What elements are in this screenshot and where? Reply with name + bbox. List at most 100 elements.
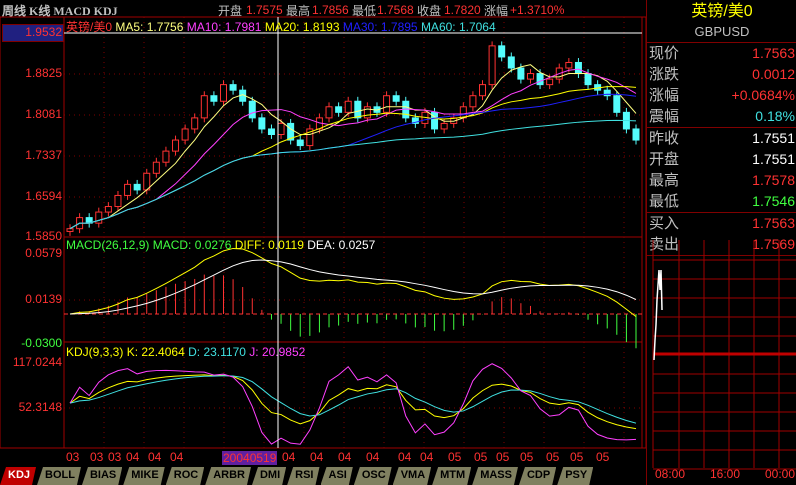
x-tick: 04 <box>366 450 380 464</box>
x-tick: 04 <box>126 450 140 464</box>
x-tick: 04 <box>282 450 296 464</box>
candle <box>574 61 582 75</box>
x-tick: 05 <box>596 450 610 464</box>
ma5-line <box>69 64 637 230</box>
candle <box>104 206 112 213</box>
quote-label: 涨跌 <box>649 66 680 83</box>
candle <box>498 45 506 58</box>
ma60-label: MA60: 1.7064 <box>420 20 496 34</box>
tab-bias[interactable]: BIAS <box>82 467 122 485</box>
x-tick: 05 <box>496 450 510 464</box>
x-tick: 04 <box>338 450 352 464</box>
tab-cdp[interactable]: CDP <box>519 467 556 485</box>
y-tick: 1.7337 <box>25 148 62 162</box>
x-tick: 04 <box>398 450 412 464</box>
candle <box>517 67 525 80</box>
quote-row: 涨跌 0.0012 <box>647 64 796 85</box>
quote-value: 1.7563 <box>752 215 795 231</box>
quote-value: 0.0012 <box>752 66 795 82</box>
quote-panel: 英镑/美0 GBPUSD 现价 1.7563 涨跌 0.0012 涨幅 +0.0684% 震… <box>646 0 796 485</box>
quote-row: 最高 1.7578 <box>647 170 796 191</box>
k-line <box>69 374 637 430</box>
candle <box>584 73 592 86</box>
kdj-legend: KDJ(9,3,3) K: 22.4064 D: 23.1170 J: 20.9… <box>66 345 305 359</box>
quote-label: 震幅 <box>649 108 680 125</box>
x-tick: 04 <box>170 450 184 464</box>
tab-mike[interactable]: MIKE <box>123 467 165 485</box>
y-tick: 0.0139 <box>25 292 62 306</box>
intraday-chart[interactable] <box>647 240 796 485</box>
y-tick: -0.0300 <box>21 336 62 350</box>
x-tick: 04 <box>420 450 434 464</box>
tab-roc[interactable]: ROC <box>166 467 204 485</box>
quote-value: 1.7551 <box>752 151 795 167</box>
candle <box>440 122 448 130</box>
candle <box>344 100 352 113</box>
y-tick: 1.5850 <box>25 229 62 243</box>
tab-boll[interactable]: BOLL <box>37 467 81 485</box>
x-tick: 05 <box>520 450 534 464</box>
diff-line <box>69 247 637 318</box>
x-tick: 03 <box>66 450 80 464</box>
quote-row: 现价 1.7563 <box>647 42 796 64</box>
candle <box>229 84 237 91</box>
tab-arbr[interactable]: ARBR <box>205 467 251 485</box>
candle <box>152 161 160 174</box>
candle <box>181 128 189 141</box>
ma20-line <box>69 86 637 230</box>
candle <box>613 95 621 113</box>
quote-label: 昨收 <box>649 130 680 147</box>
y-tick: 52.3148 <box>18 400 62 414</box>
tab-osc[interactable]: OSC <box>354 467 392 485</box>
candle <box>191 117 199 130</box>
candle <box>335 106 343 113</box>
x-tick: 05 <box>546 450 560 464</box>
tab-dmi[interactable]: DMI <box>252 467 286 485</box>
candle <box>363 106 371 119</box>
quote-label: 涨幅 <box>649 87 680 104</box>
tab-vma[interactable]: VMA <box>393 467 431 485</box>
quote-value: 1.7546 <box>752 193 795 209</box>
quote-row: 买入 1.7563 <box>647 212 796 234</box>
tab-rsi[interactable]: RSI <box>287 467 319 485</box>
candle <box>565 61 573 69</box>
x-tick: 05 <box>448 450 462 464</box>
candle <box>536 73 544 86</box>
candle <box>459 106 467 119</box>
ma10-line <box>69 68 637 230</box>
quote-row: 最低 1.7546 <box>647 191 796 212</box>
tab-kdj[interactable]: KDJ <box>0 467 36 485</box>
tab-mtm[interactable]: MTM <box>432 467 471 485</box>
x-tick: 04 <box>310 450 324 464</box>
quote-label: 最高 <box>649 172 680 189</box>
panel-frame <box>63 16 643 238</box>
candle <box>479 84 487 97</box>
macd-title: MACD(26,12,9) <box>66 238 150 252</box>
tab-mass[interactable]: MASS <box>472 467 518 485</box>
candle <box>296 139 304 147</box>
candle <box>325 106 333 119</box>
dea-line <box>69 259 637 315</box>
tab-psy[interactable]: PSY <box>557 467 593 485</box>
quote-value: 1.7551 <box>752 130 795 146</box>
x-tick: 03 <box>90 450 104 464</box>
candle <box>507 56 515 69</box>
candle <box>248 100 256 119</box>
candle <box>114 194 122 208</box>
ma20-label: MA20: 1.8193 <box>264 20 340 34</box>
quote-row: 涨幅 +0.0684% <box>647 85 796 106</box>
chart-area[interactable] <box>0 0 646 467</box>
quote-label: 最低 <box>649 193 680 210</box>
candle <box>354 100 362 119</box>
candle <box>124 183 132 196</box>
time-tick: 08:00 <box>655 467 686 481</box>
intraday-price-line <box>653 269 663 361</box>
ma60-line <box>69 119 637 230</box>
candle <box>488 45 496 86</box>
candle <box>392 95 400 102</box>
tab-asi[interactable]: ASI <box>321 467 353 485</box>
j-value: J: 20.9852 <box>249 345 306 359</box>
candle <box>162 150 170 163</box>
quote-value: 1.7563 <box>752 45 795 61</box>
panel-frame <box>63 236 643 343</box>
